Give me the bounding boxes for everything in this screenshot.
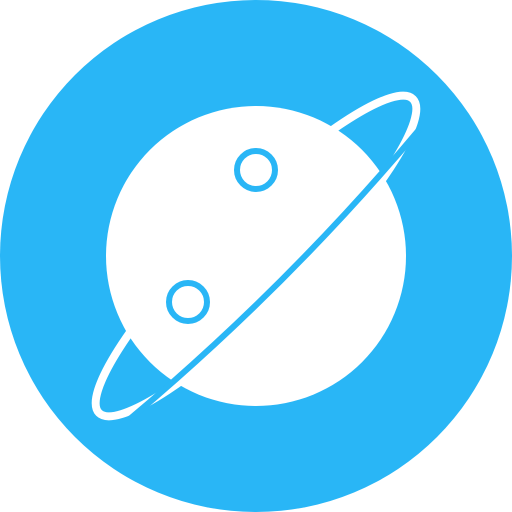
planet-icon — [0, 0, 512, 512]
planet-app-icon — [0, 0, 512, 512]
